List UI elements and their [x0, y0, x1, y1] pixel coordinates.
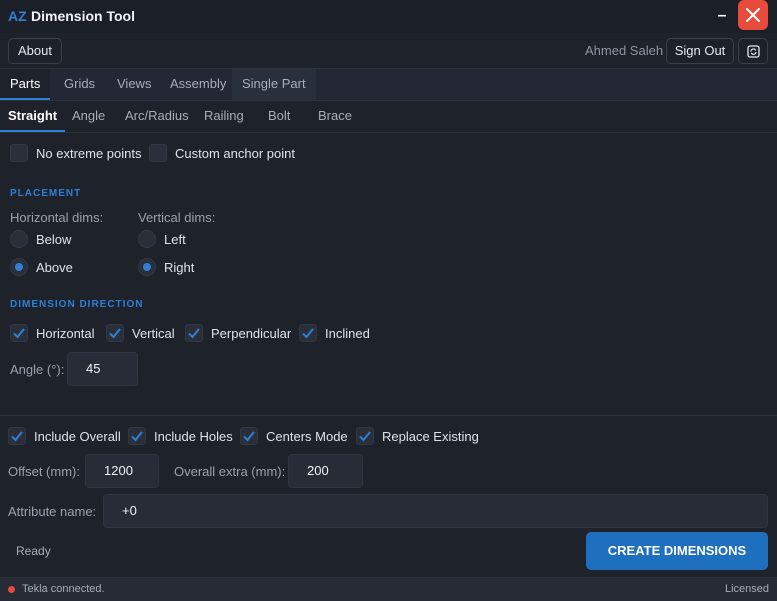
- include-overall-label: Include Overall: [34, 429, 121, 444]
- check-icon: [131, 431, 143, 442]
- include-holes-label: Include Holes: [154, 429, 233, 444]
- custom-anchor-point-checkbox[interactable]: [149, 144, 167, 162]
- attribute-name-label: Attribute name:: [8, 504, 97, 519]
- close-button[interactable]: [738, 0, 768, 30]
- check-icon: [13, 328, 25, 339]
- no-extreme-points-checkbox[interactable]: [10, 144, 28, 162]
- offset-input[interactable]: 1200: [85, 454, 159, 488]
- refresh-icon: [747, 45, 760, 58]
- radio-right-label: Right: [164, 260, 195, 275]
- app-title: Dimension Tool: [31, 8, 135, 24]
- radio-above-label: Above: [36, 260, 73, 275]
- refresh-button[interactable]: [738, 38, 768, 64]
- placement-title: PLACEMENT: [10, 188, 82, 199]
- overall-extra-input[interactable]: 200: [288, 454, 363, 488]
- subtab-bolt[interactable]: Bolt: [260, 101, 298, 132]
- check-icon: [302, 328, 314, 339]
- close-icon: [746, 8, 760, 22]
- app-logo: AZ: [8, 8, 27, 24]
- custom-anchor-point-label: Custom anchor point: [175, 146, 295, 161]
- check-icon: [11, 431, 23, 442]
- radio-left-label: Left: [164, 232, 186, 247]
- horizontal-dims-label: Horizontal dims:: [10, 210, 104, 225]
- offset-label: Offset (mm):: [8, 464, 80, 479]
- include-holes-checkbox[interactable]: [128, 427, 146, 445]
- tab-parts[interactable]: Parts: [0, 69, 51, 100]
- status-bar: Tekla connected. Licensed: [0, 577, 777, 601]
- centers-mode-label: Centers Mode: [266, 429, 348, 444]
- horizontal-checkbox[interactable]: [10, 324, 28, 342]
- tab-views[interactable]: Views: [107, 69, 161, 100]
- include-overall-checkbox[interactable]: [8, 427, 26, 445]
- radio-above[interactable]: [10, 258, 28, 276]
- attribute-name-input[interactable]: +0: [103, 494, 768, 528]
- about-button[interactable]: About: [8, 38, 62, 64]
- horizontal-label: Horizontal: [36, 326, 95, 341]
- subtab-straight[interactable]: Straight: [0, 101, 66, 132]
- radio-below-label: Below: [36, 232, 72, 247]
- radio-below[interactable]: [10, 230, 28, 248]
- angle-label: Angle (°):: [10, 362, 65, 377]
- vertical-dims-label: Vertical dims:: [138, 210, 216, 225]
- minimize-button[interactable]: –: [712, 4, 732, 28]
- connection-status-text: Tekla connected.: [22, 583, 105, 595]
- dimension-direction-title: DIMENSION DIRECTION: [10, 299, 144, 310]
- perpendicular-checkbox[interactable]: [185, 324, 203, 342]
- perpendicular-label: Perpendicular: [211, 326, 292, 341]
- status-text: Ready: [16, 544, 51, 558]
- connection-status-dot: [8, 586, 15, 593]
- tab-grids[interactable]: Grids: [54, 69, 105, 100]
- inclined-checkbox[interactable]: [299, 324, 317, 342]
- main-tabs: Parts Grids Views Assembly Single Part: [0, 69, 777, 101]
- overall-extra-label: Overall extra (mm):: [174, 464, 286, 479]
- license-status: Licensed: [725, 583, 770, 595]
- subtab-arc-radius[interactable]: Arc/Radius: [117, 101, 197, 132]
- sign-out-button[interactable]: Sign Out: [666, 38, 734, 64]
- check-icon: [109, 328, 121, 339]
- centers-mode-checkbox[interactable]: [240, 427, 258, 445]
- check-icon: [359, 431, 371, 442]
- top-bar: About Ahmed Saleh Sign Out: [0, 33, 777, 69]
- replace-existing-checkbox[interactable]: [356, 427, 374, 445]
- tab-assembly[interactable]: Assembly: [160, 69, 236, 100]
- vertical-checkbox[interactable]: [106, 324, 124, 342]
- tab-single-part[interactable]: Single Part: [232, 69, 316, 100]
- inclined-label: Inclined: [325, 326, 370, 341]
- title-bar: AZ Dimension Tool –: [0, 0, 777, 33]
- radio-right[interactable]: [138, 258, 156, 276]
- check-icon: [243, 431, 255, 442]
- subtab-railing[interactable]: Railing: [196, 101, 252, 132]
- subtab-angle[interactable]: Angle: [64, 101, 113, 132]
- create-dimensions-button[interactable]: CREATE DIMENSIONS: [586, 532, 768, 570]
- user-name: Ahmed Saleh: [585, 43, 664, 58]
- check-icon: [188, 328, 200, 339]
- vertical-label: Vertical: [132, 326, 175, 341]
- divider: [0, 415, 777, 416]
- subtab-brace[interactable]: Brace: [310, 101, 360, 132]
- replace-existing-label: Replace Existing: [382, 429, 479, 444]
- sub-tabs: Straight Angle Arc/Radius Railing Bolt B…: [0, 101, 777, 133]
- angle-input[interactable]: 45: [67, 352, 138, 386]
- no-extreme-points-label: No extreme points: [36, 146, 142, 161]
- radio-left[interactable]: [138, 230, 156, 248]
